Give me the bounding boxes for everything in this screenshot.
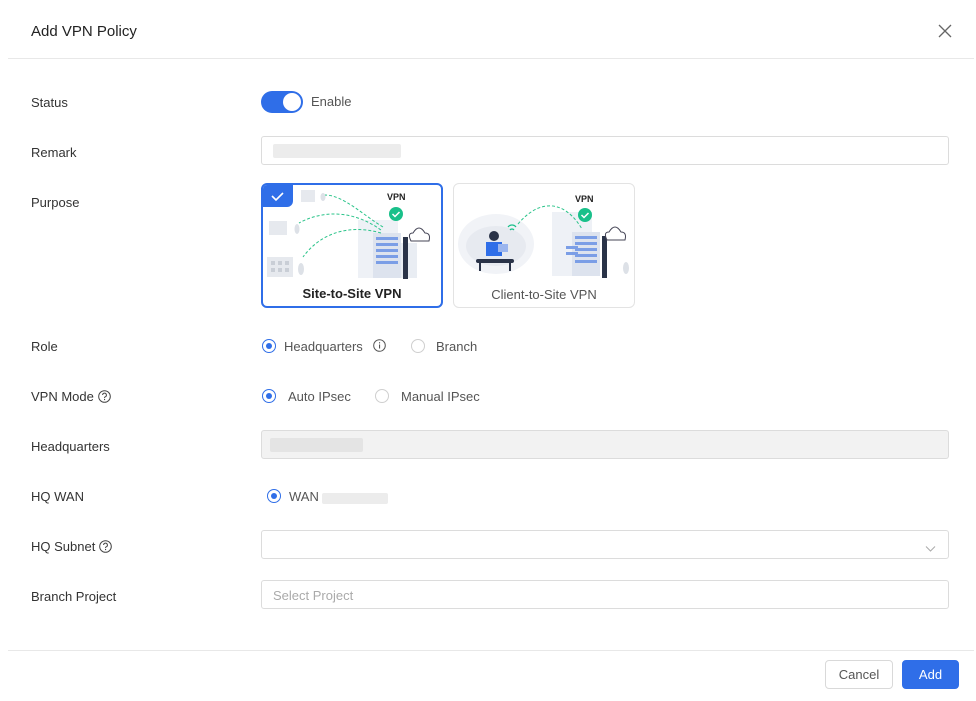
- purpose-label: Purpose: [31, 195, 79, 210]
- site-to-site-illustration: [267, 190, 430, 279]
- info-icon[interactable]: [373, 339, 386, 352]
- cancel-button[interactable]: Cancel: [825, 660, 893, 689]
- hq-wan-label: HQ WAN: [31, 489, 84, 504]
- hq-wan-option-label: WAN: [289, 489, 319, 504]
- purpose-card-label: Site-to-Site VPN: [302, 286, 402, 301]
- vpn-mode-manual-radio[interactable]: [375, 389, 389, 403]
- role-headquarters-label: Headquarters: [284, 339, 363, 354]
- role-label-text: Role: [31, 339, 58, 354]
- hq-wan-redacted-value: [322, 493, 388, 504]
- headquarters-field: [261, 430, 949, 459]
- toggle-knob: [283, 93, 301, 111]
- headquarters-label-text: Headquarters: [31, 439, 110, 454]
- role-branch-label: Branch: [436, 339, 478, 354]
- client-to-site-illustration: [458, 205, 629, 278]
- close-icon[interactable]: [938, 24, 954, 40]
- help-icon[interactable]: [99, 540, 113, 553]
- vpn-mode-auto-label: Auto IPsec: [288, 389, 351, 404]
- help-icon[interactable]: [98, 390, 111, 403]
- branch-project-label-text: Branch Project: [31, 589, 117, 604]
- remark-label-text: Remark: [31, 145, 77, 160]
- chevron-down-icon: [925, 540, 936, 558]
- remark-label: Remark: [31, 145, 77, 160]
- dialog-title: Add VPN Policy: [31, 23, 137, 40]
- hq-subnet-select[interactable]: [261, 530, 949, 559]
- role-label: Role: [31, 339, 58, 354]
- status-toggle-text: Enable: [311, 94, 352, 109]
- vpn-badge-text: VPN: [575, 194, 594, 204]
- status-toggle[interactable]: [261, 91, 303, 113]
- vpn-mode-label: VPN Mode: [31, 389, 111, 404]
- remark-input[interactable]: [261, 136, 949, 165]
- purpose-card-client-to-site[interactable]: VPN Client-to-Site VPN: [453, 183, 635, 308]
- purpose-card-site-to-site[interactable]: VPN Site-to-Site VPN: [261, 183, 443, 308]
- remark-redacted-value: [273, 144, 401, 158]
- status-label-text: Status: [31, 95, 68, 110]
- add-button[interactable]: Add: [902, 660, 959, 689]
- vpn-badge-text: VPN: [387, 192, 406, 202]
- vpn-mode-auto-radio[interactable]: [262, 389, 276, 403]
- branch-project-placeholder: Select Project: [273, 588, 354, 603]
- add-vpn-policy-dialog: Add VPN Policy Status Enable Remark Purp…: [8, 0, 974, 701]
- vpn-mode-label-text: VPN Mode: [31, 389, 94, 404]
- hq-subnet-label: HQ Subnet: [31, 539, 113, 554]
- role-branch-radio[interactable]: [411, 339, 425, 353]
- dialog-header: Add VPN Policy: [8, 0, 974, 59]
- purpose-card-label: Client-to-Site VPN: [491, 287, 597, 302]
- hq-subnet-label-text: HQ Subnet: [31, 539, 96, 554]
- footer-divider: [8, 650, 974, 651]
- hq-wan-label-text: HQ WAN: [31, 489, 84, 504]
- headquarters-label: Headquarters: [31, 439, 110, 454]
- status-label: Status: [31, 95, 68, 110]
- branch-project-label: Branch Project: [31, 589, 116, 604]
- headquarters-redacted-value: [270, 438, 363, 452]
- hq-wan-radio[interactable]: [267, 489, 281, 503]
- branch-project-select[interactable]: Select Project: [261, 580, 949, 609]
- purpose-label-text: Purpose: [31, 195, 80, 210]
- role-headquarters-radio[interactable]: [262, 339, 276, 353]
- vpn-mode-manual-label: Manual IPsec: [401, 389, 480, 404]
